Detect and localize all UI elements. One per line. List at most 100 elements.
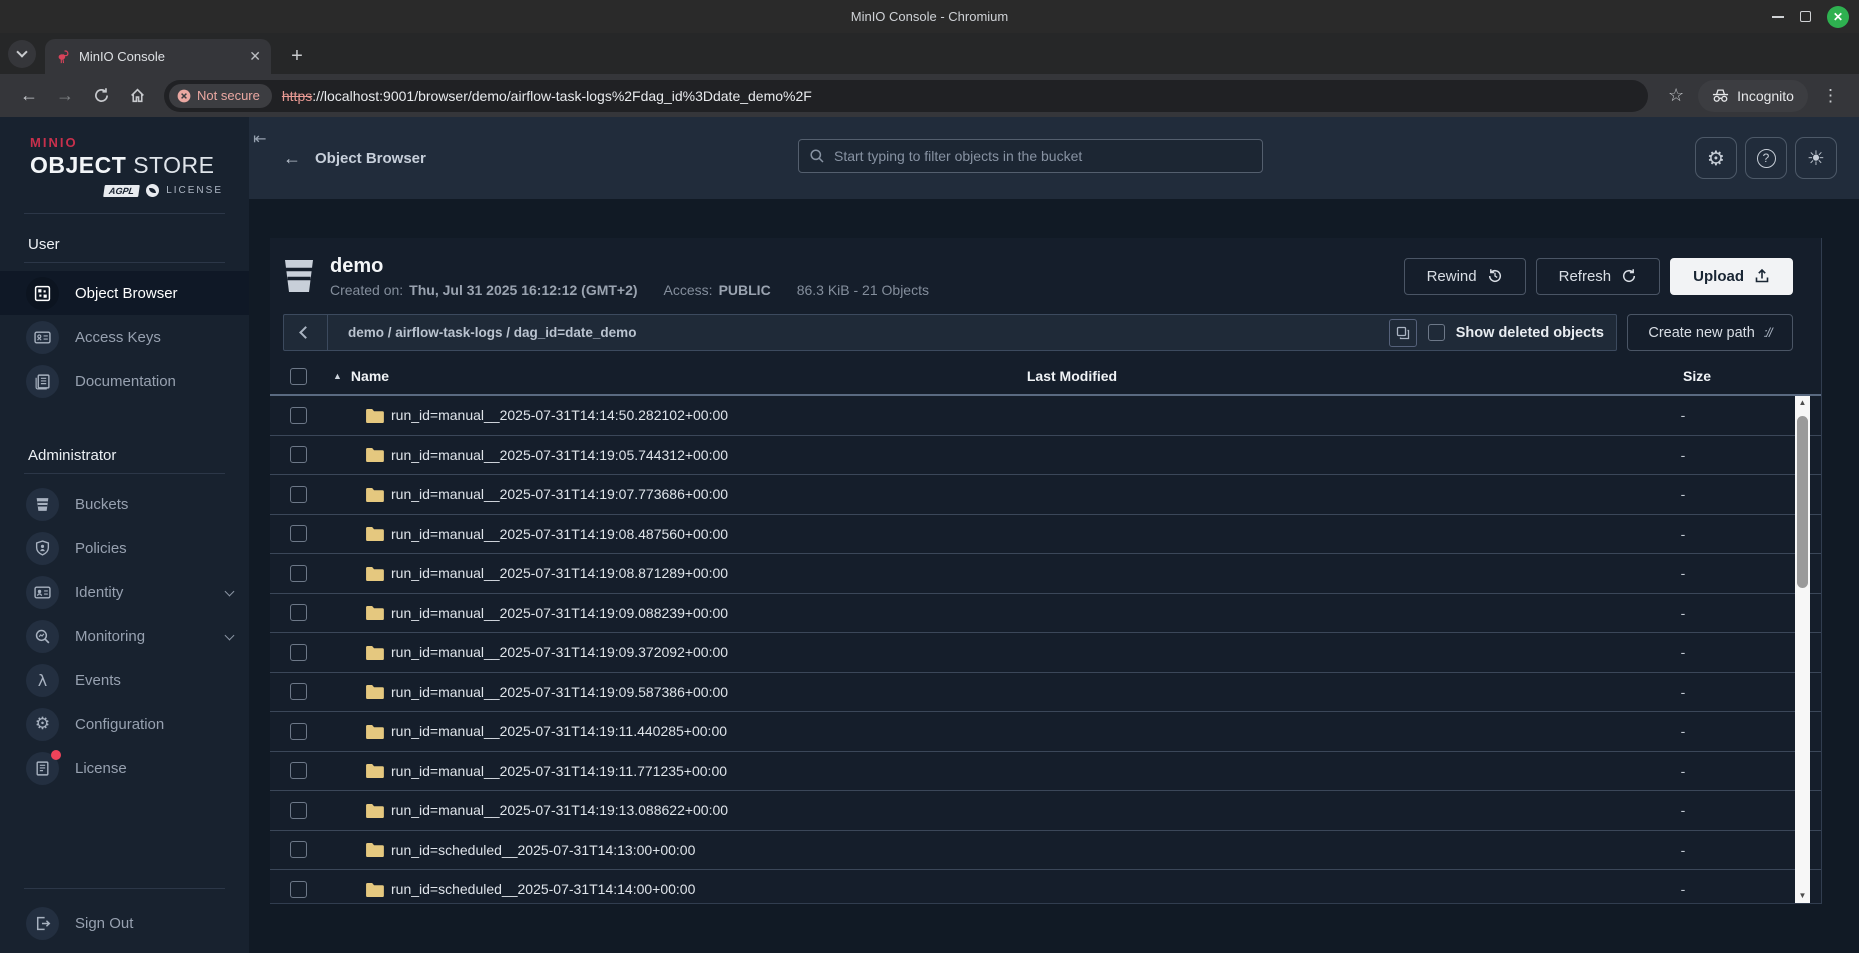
select-all-checkbox[interactable] bbox=[290, 368, 307, 385]
table-row[interactable]: run_id=manual__2025-07-31T14:19:09.58738… bbox=[270, 673, 1821, 713]
tab-close-icon[interactable]: ✕ bbox=[249, 48, 261, 65]
settings-button[interactable]: ⚙ bbox=[1695, 137, 1737, 179]
table-row[interactable]: run_id=manual__2025-07-31T14:19:05.74431… bbox=[270, 436, 1821, 476]
scroll-down-icon[interactable]: ▼ bbox=[1795, 889, 1810, 903]
object-name[interactable]: run_id=scheduled__2025-07-31T14:13:00+00… bbox=[391, 842, 695, 858]
url-bar[interactable]: Not secure https://localhost:9001/browse… bbox=[164, 80, 1648, 112]
sidebar-item-policies[interactable]: Policies bbox=[0, 526, 249, 570]
show-deleted-checkbox[interactable] bbox=[1428, 324, 1445, 341]
path-back-button[interactable] bbox=[284, 315, 328, 350]
browser-tab[interactable]: MinIO Console ✕ bbox=[45, 39, 271, 74]
sidebar-item-label: Monitoring bbox=[75, 628, 145, 645]
sidebar-item-license[interactable]: License bbox=[0, 746, 249, 790]
object-name[interactable]: run_id=manual__2025-07-31T14:19:11.77123… bbox=[391, 763, 727, 779]
sidebar-item-buckets[interactable]: Buckets bbox=[0, 482, 249, 526]
collapse-sidebar-icon[interactable]: ⇤ bbox=[253, 129, 266, 148]
theme-toggle-button[interactable]: ☀ bbox=[1795, 137, 1837, 179]
row-checkbox[interactable] bbox=[290, 644, 307, 661]
object-name[interactable]: run_id=manual__2025-07-31T14:14:50.28210… bbox=[391, 407, 728, 423]
access-keys-icon bbox=[26, 321, 59, 354]
bookmark-star-icon[interactable]: ☆ bbox=[1668, 85, 1684, 106]
row-checkbox[interactable] bbox=[290, 604, 307, 621]
table-row[interactable]: run_id=manual__2025-07-31T14:19:07.77368… bbox=[270, 475, 1821, 515]
home-icon[interactable] bbox=[122, 81, 152, 111]
table-row[interactable]: run_id=scheduled__2025-07-31T14:13:00+00… bbox=[270, 831, 1821, 871]
table-row[interactable]: run_id=manual__2025-07-31T14:19:11.77123… bbox=[270, 752, 1821, 792]
object-size: - bbox=[1671, 486, 1695, 502]
back-icon[interactable]: ← bbox=[14, 81, 44, 111]
row-checkbox[interactable] bbox=[290, 762, 307, 779]
column-size[interactable]: Size bbox=[1683, 368, 1711, 384]
rewind-button[interactable]: Rewind bbox=[1404, 258, 1526, 295]
sidebar-item-documentation[interactable]: Documentation bbox=[0, 359, 249, 403]
sidebar-item-monitoring[interactable]: Monitoring bbox=[0, 614, 249, 658]
table-row[interactable]: run_id=manual__2025-07-31T14:19:09.08823… bbox=[270, 594, 1821, 634]
row-checkbox[interactable] bbox=[290, 446, 307, 463]
upload-button[interactable]: Upload bbox=[1670, 258, 1793, 295]
object-name[interactable]: run_id=scheduled__2025-07-31T14:14:00+00… bbox=[391, 881, 695, 897]
object-name[interactable]: run_id=manual__2025-07-31T14:19:08.87128… bbox=[391, 565, 728, 581]
new-tab-button[interactable]: + bbox=[284, 43, 310, 69]
browser-menu-icon[interactable]: ⋮ bbox=[1822, 86, 1839, 106]
url-text[interactable]: https://localhost:9001/browser/demo/airf… bbox=[282, 88, 812, 104]
row-checkbox[interactable] bbox=[290, 841, 307, 858]
back-arrow-icon[interactable]: ← bbox=[283, 148, 301, 169]
tab-search-button[interactable] bbox=[8, 40, 36, 68]
row-checkbox[interactable] bbox=[290, 565, 307, 582]
close-icon[interactable]: ✕ bbox=[1827, 6, 1849, 28]
row-checkbox[interactable] bbox=[290, 407, 307, 424]
object-name[interactable]: run_id=manual__2025-07-31T14:19:11.44028… bbox=[391, 723, 727, 739]
row-checkbox[interactable] bbox=[290, 881, 307, 898]
folder-icon bbox=[365, 645, 384, 660]
object-name[interactable]: run_id=manual__2025-07-31T14:19:09.58738… bbox=[391, 684, 728, 700]
copy-path-button[interactable] bbox=[1389, 319, 1417, 347]
sidebar-item-events[interactable]: λ Events bbox=[0, 658, 249, 702]
scrollbar-thumb[interactable] bbox=[1797, 416, 1808, 588]
object-name[interactable]: run_id=manual__2025-07-31T14:19:05.74431… bbox=[391, 447, 728, 463]
column-last-modified[interactable]: Last Modified bbox=[1007, 368, 1137, 384]
row-checkbox[interactable] bbox=[290, 525, 307, 542]
events-icon: λ bbox=[26, 664, 59, 697]
filter-objects-input[interactable]: Start typing to filter objects in the bu… bbox=[798, 139, 1263, 173]
reload-icon[interactable] bbox=[86, 81, 116, 111]
table-row[interactable]: run_id=scheduled__2025-07-31T14:14:00+00… bbox=[270, 870, 1821, 903]
table-scrollbar[interactable]: ▲ ▼ bbox=[1795, 396, 1810, 903]
object-name[interactable]: run_id=manual__2025-07-31T14:19:09.37209… bbox=[391, 644, 728, 660]
refresh-button[interactable]: Refresh bbox=[1536, 258, 1661, 295]
table-row[interactable]: run_id=manual__2025-07-31T14:19:11.44028… bbox=[270, 712, 1821, 752]
object-name[interactable]: run_id=manual__2025-07-31T14:19:13.08862… bbox=[391, 802, 728, 818]
minimize-icon[interactable] bbox=[1772, 16, 1784, 18]
scroll-up-icon[interactable]: ▲ bbox=[1795, 396, 1810, 410]
sidebar-item-access-keys[interactable]: Access Keys bbox=[0, 315, 249, 359]
signout-button[interactable]: Sign Out bbox=[0, 901, 249, 945]
column-name[interactable]: Name bbox=[351, 368, 389, 384]
sidebar-item-identity[interactable]: Identity bbox=[0, 570, 249, 614]
sort-ascending-icon[interactable]: ▲ bbox=[333, 371, 342, 381]
breadcrumb[interactable]: demo / airflow-task-logs / dag_id=date_d… bbox=[348, 325, 636, 340]
create-new-path-button[interactable]: Create new path :// bbox=[1627, 314, 1793, 351]
table-row[interactable]: run_id=manual__2025-07-31T14:19:09.37209… bbox=[270, 633, 1821, 673]
row-checkbox[interactable] bbox=[290, 683, 307, 700]
search-placeholder: Start typing to filter objects in the bu… bbox=[834, 148, 1082, 164]
maximize-icon[interactable] bbox=[1800, 11, 1811, 22]
forward-icon[interactable]: → bbox=[50, 81, 80, 111]
object-name[interactable]: run_id=manual__2025-07-31T14:19:07.77368… bbox=[391, 486, 728, 502]
row-checkbox[interactable] bbox=[290, 486, 307, 503]
object-name[interactable]: run_id=manual__2025-07-31T14:19:08.48756… bbox=[391, 526, 728, 542]
sidebar-item-object-browser[interactable]: Object Browser bbox=[0, 271, 249, 315]
table-row[interactable]: run_id=manual__2025-07-31T14:19:08.48756… bbox=[270, 515, 1821, 555]
copy-icon bbox=[1396, 326, 1410, 340]
not-secure-chip[interactable]: Not secure bbox=[169, 84, 272, 108]
folder-icon bbox=[365, 684, 384, 699]
table-row[interactable]: run_id=manual__2025-07-31T14:14:50.28210… bbox=[270, 396, 1821, 436]
help-button[interactable]: ? bbox=[1745, 137, 1787, 179]
sidebar-item-configuration[interactable]: ⚙ Configuration bbox=[0, 702, 249, 746]
minio-console: MINIO OBJECT STORE AGPL LICENSE User Obj… bbox=[0, 117, 1859, 953]
buckets-icon bbox=[26, 488, 59, 521]
table-row[interactable]: run_id=manual__2025-07-31T14:19:13.08862… bbox=[270, 791, 1821, 831]
object-name[interactable]: run_id=manual__2025-07-31T14:19:09.08823… bbox=[391, 605, 728, 621]
not-secure-label: Not secure bbox=[197, 88, 260, 103]
row-checkbox[interactable] bbox=[290, 723, 307, 740]
table-row[interactable]: run_id=manual__2025-07-31T14:19:08.87128… bbox=[270, 554, 1821, 594]
row-checkbox[interactable] bbox=[290, 802, 307, 819]
